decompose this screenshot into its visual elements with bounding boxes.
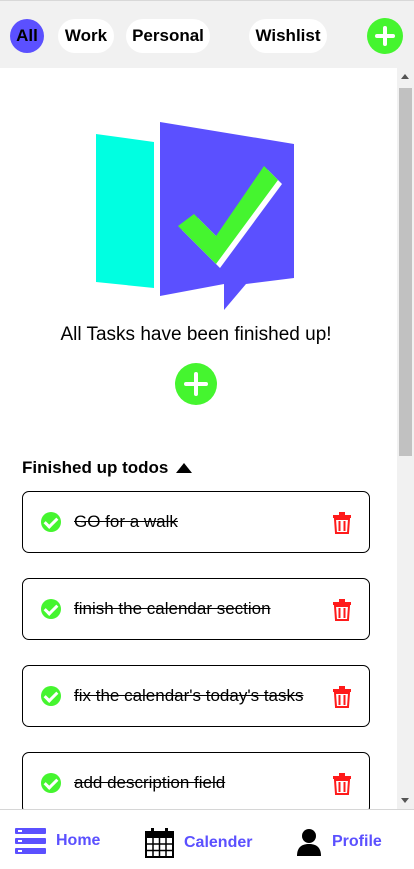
trash-icon[interactable] — [332, 599, 352, 621]
home-list-icon — [15, 828, 46, 854]
task-text: add description field — [74, 773, 226, 792]
nav-home[interactable]: Home — [15, 828, 100, 854]
task-text: fix the calendar's today's tasks — [74, 686, 304, 705]
finished-section-toggle[interactable]: Finished up todos — [22, 458, 193, 478]
task-item[interactable]: finish the calendar section — [22, 578, 370, 640]
nav-profile[interactable]: Profile — [296, 828, 382, 856]
task-item[interactable]: fix the calendar's today's tasks — [22, 665, 370, 727]
category-chip-all[interactable]: All — [10, 19, 44, 53]
check-circle-icon[interactable] — [41, 512, 61, 532]
bottom-nav: Home Calender Profile — [0, 809, 414, 869]
task-item[interactable]: GO for a walk — [22, 491, 370, 553]
task-text: finish the calendar section — [74, 599, 271, 618]
task-text: GO for a walk — [74, 512, 178, 531]
nav-calendar-label: Calender — [184, 834, 253, 851]
tasks-complete-illustration — [96, 122, 294, 310]
finished-section-title: Finished up todos — [22, 458, 169, 477]
task-item[interactable]: add description field — [22, 752, 370, 809]
add-category-button[interactable] — [367, 18, 403, 54]
scrollbar[interactable] — [397, 68, 414, 809]
check-circle-icon[interactable] — [41, 686, 61, 706]
trash-icon[interactable] — [332, 512, 352, 534]
check-circle-icon[interactable] — [41, 599, 61, 619]
category-chip-personal[interactable]: Personal — [126, 19, 210, 53]
main-content: All Tasks have been finished up! Finishe… — [0, 68, 414, 809]
user-icon — [297, 829, 321, 856]
scroll-up-icon[interactable] — [401, 74, 409, 79]
trash-icon[interactable] — [332, 773, 352, 795]
scroll-down-icon[interactable] — [401, 798, 409, 803]
nav-home-label: Home — [56, 832, 101, 849]
caret-up-icon — [176, 463, 193, 473]
calendar-icon — [145, 828, 174, 858]
check-circle-icon[interactable] — [41, 773, 61, 793]
nav-profile-label: Profile — [332, 833, 382, 850]
empty-state-message: All Tasks have been finished up! — [60, 324, 332, 345]
scrollbar-thumb[interactable] — [399, 88, 412, 456]
category-chip-work[interactable]: Work — [58, 19, 114, 53]
nav-calendar[interactable]: Calender — [145, 828, 252, 858]
category-bar: All Work Personal Wishlist — [0, 0, 414, 68]
add-task-button[interactable] — [175, 363, 217, 405]
category-chip-wishlist[interactable]: Wishlist — [249, 19, 327, 53]
finished-task-list: GO for a walk finish the calendar sectio… — [22, 491, 370, 809]
trash-icon[interactable] — [332, 686, 352, 708]
